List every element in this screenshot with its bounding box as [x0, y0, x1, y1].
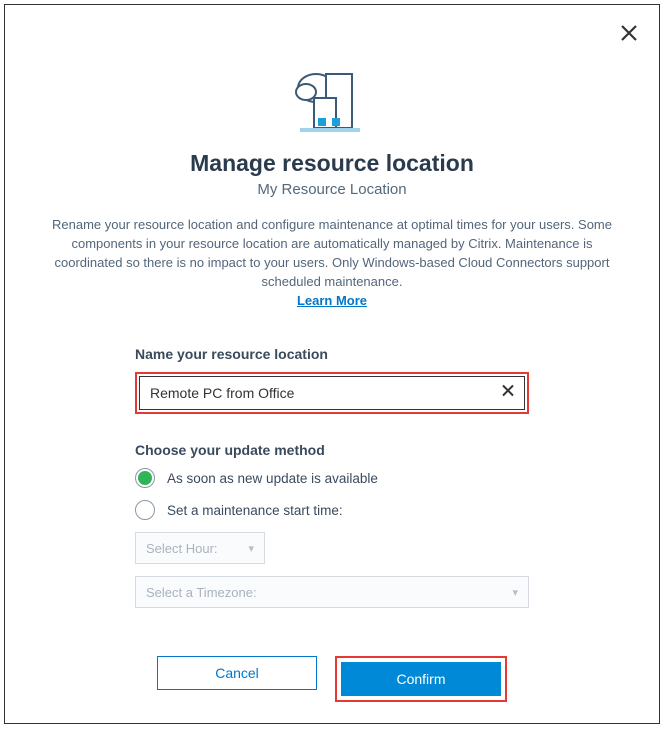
name-field-label: Name your resource location — [135, 346, 529, 362]
chevron-down-icon: ▾ — [248, 542, 254, 555]
confirm-button-highlight: Confirm — [335, 656, 507, 702]
radio-icon-selected — [135, 468, 155, 488]
clear-input-icon[interactable] — [501, 384, 515, 403]
cancel-button[interactable]: Cancel — [157, 656, 317, 690]
select-hour-dropdown: Select Hour: ▾ — [135, 532, 265, 564]
select-hour-placeholder: Select Hour: — [146, 541, 218, 556]
manage-resource-location-dialog: Manage resource location My Resource Loc… — [4, 4, 660, 724]
resource-location-icon — [35, 60, 629, 136]
dialog-title: Manage resource location — [35, 150, 629, 177]
close-icon[interactable] — [619, 23, 639, 48]
select-timezone-dropdown: Select a Timezone: ▾ — [135, 576, 529, 608]
update-method-label: Choose your update method — [135, 442, 529, 458]
chevron-down-icon: ▾ — [512, 586, 518, 599]
radio-label-asap: As soon as new update is available — [167, 471, 378, 486]
dialog-subtitle: My Resource Location — [35, 181, 629, 198]
radio-option-scheduled[interactable]: Set a maintenance start time: — [135, 500, 529, 520]
dialog-description: Rename your resource location and config… — [35, 216, 629, 291]
learn-more-link[interactable]: Learn More — [35, 293, 629, 308]
resource-name-input[interactable] — [139, 376, 525, 410]
select-timezone-placeholder: Select a Timezone: — [146, 585, 257, 600]
radio-option-asap[interactable]: As soon as new update is available — [135, 468, 529, 488]
radio-label-scheduled: Set a maintenance start time: — [167, 503, 343, 518]
confirm-button[interactable]: Confirm — [341, 662, 501, 696]
radio-icon-unselected — [135, 500, 155, 520]
name-input-highlight — [135, 372, 529, 414]
